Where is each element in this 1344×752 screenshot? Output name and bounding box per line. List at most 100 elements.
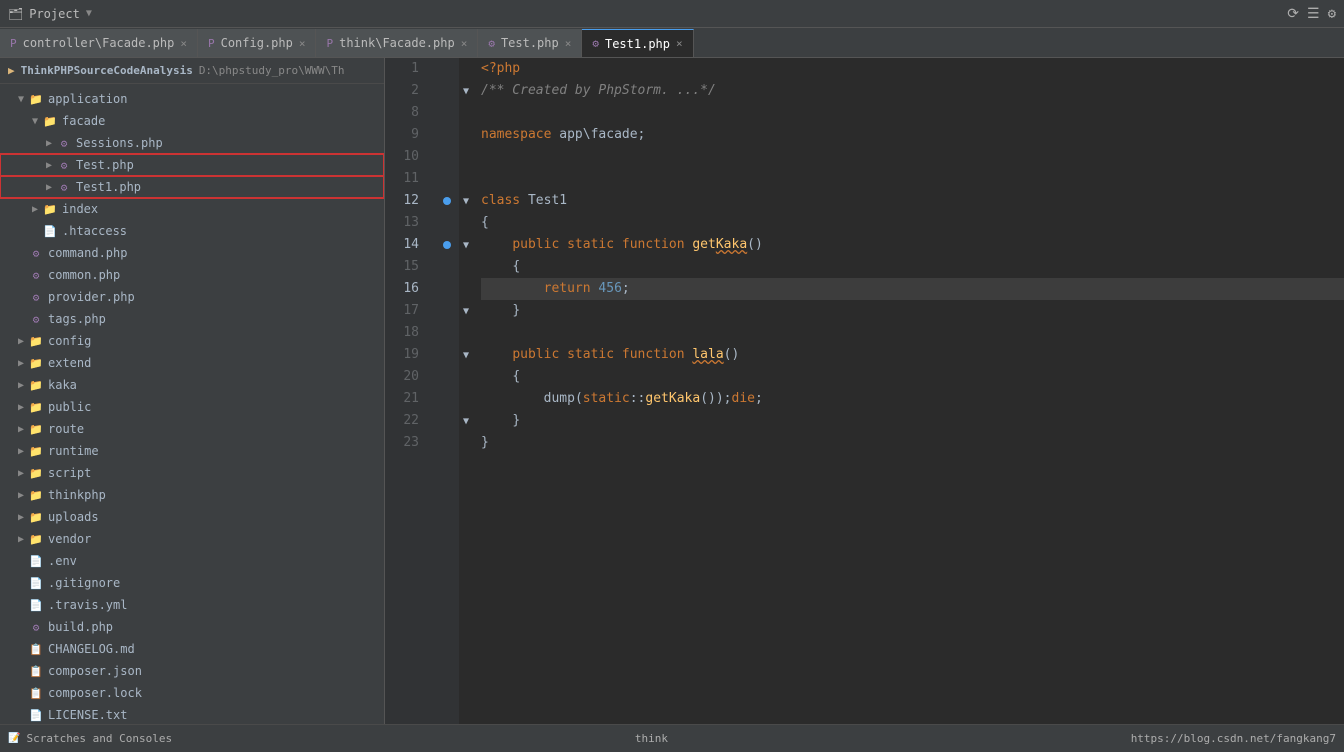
sidebar-item-index[interactable]: ▶ 📁 index [0, 198, 384, 220]
item-label: runtime [48, 444, 99, 458]
project-label: Project [29, 7, 80, 21]
tab-label: Test.php [501, 36, 559, 50]
fold-cell [459, 102, 473, 124]
tab-test[interactable]: ⚙ Test.php × [478, 29, 582, 57]
code-line-10 [481, 146, 1344, 168]
sidebar-item-thinkphp[interactable]: ▶ 📁 thinkphp [0, 484, 384, 506]
gutter-cell [435, 124, 459, 146]
expand-arrow: ▶ [42, 138, 56, 149]
editor-content: 1 2 8 9 10 11 12 13 14 15 16 17 18 19 20… [385, 58, 1344, 724]
tab-label: think\Facade.php [339, 36, 455, 50]
sidebar-item-license[interactable]: 📄 LICENSE.txt [0, 704, 384, 724]
sidebar-item-command[interactable]: ⚙ command.php [0, 242, 384, 264]
sidebar-item-config[interactable]: ▶ 📁 config [0, 330, 384, 352]
sidebar-item-composer-lock[interactable]: 📋 composer.lock [0, 682, 384, 704]
tab-label: controller\Facade.php [23, 36, 175, 50]
project-name: ThinkPHPSourceCodeAnalysis [21, 64, 193, 77]
line-num: 23 [385, 432, 427, 454]
item-label: vendor [48, 532, 91, 546]
fold-cell [459, 322, 473, 344]
folder-icon: ▶ [8, 64, 15, 77]
item-label: extend [48, 356, 91, 370]
sidebar-item-sessions[interactable]: ▶ ⚙ Sessions.php [0, 132, 384, 154]
tab-close-icon[interactable]: × [676, 37, 683, 50]
sidebar-item-facade[interactable]: ▼ 📁 facade [0, 110, 384, 132]
item-label: public [48, 400, 91, 414]
sidebar-item-env[interactable]: 📄 .env [0, 550, 384, 572]
tab-close-icon[interactable]: × [180, 37, 187, 50]
sidebar-item-travis[interactable]: 📄 .travis.yml [0, 594, 384, 616]
tab-test1[interactable]: ⚙ Test1.php × [582, 29, 693, 57]
item-label: LICENSE.txt [48, 708, 127, 722]
gutter-cell [435, 322, 459, 344]
sidebar-item-uploads[interactable]: ▶ 📁 uploads [0, 506, 384, 528]
fold-cell[interactable]: ▼ [459, 410, 473, 432]
sidebar-item-runtime[interactable]: ▶ 📁 runtime [0, 440, 384, 462]
sync-icon[interactable]: ⟳ [1287, 6, 1299, 22]
gutter-cell [435, 168, 459, 190]
sidebar: ▶ ThinkPHPSourceCodeAnalysis D:\phpstudy… [0, 58, 385, 724]
title-dropdown-arrow[interactable]: ▼ [86, 8, 92, 19]
tab-config[interactable]: P Config.php × [198, 29, 317, 57]
expand-arrow: ▶ [14, 512, 28, 523]
expand-arrow: ▶ [28, 204, 42, 215]
item-label: provider.php [48, 290, 135, 304]
expand-arrow: ▶ [14, 358, 28, 369]
code-line-1: <?php [481, 58, 1344, 80]
tab-bar: P controller\Facade.php × P Config.php ×… [0, 28, 1344, 58]
tab-think-facade[interactable]: P think\Facade.php × [316, 29, 478, 57]
fold-cell [459, 168, 473, 190]
expand-arrow: ▶ [42, 160, 56, 171]
sidebar-item-changelog[interactable]: 📋 CHANGELOG.md [0, 638, 384, 660]
sidebar-item-test1[interactable]: ▶ ⚙ Test1.php [0, 176, 384, 198]
editor-area: 1 2 8 9 10 11 12 13 14 15 16 17 18 19 20… [385, 58, 1344, 724]
code-area[interactable]: <?php /** Created by PhpStorm. ...*/ nam… [473, 58, 1344, 724]
line-numbers: 1 2 8 9 10 11 12 13 14 15 16 17 18 19 20… [385, 58, 435, 724]
line-num: 2 [385, 80, 427, 102]
php-file-icon: ⚙ [28, 619, 44, 635]
sidebar-item-extend[interactable]: ▶ 📁 extend [0, 352, 384, 374]
blog-url: https://blog.csdn.net/fangkang7 [1131, 732, 1336, 745]
php-file-icon: ⚙ [56, 179, 72, 195]
item-label: build.php [48, 620, 113, 634]
sidebar-item-gitignore[interactable]: 📄 .gitignore [0, 572, 384, 594]
expand-arrow: ▶ [14, 534, 28, 545]
tab-close-icon[interactable]: × [461, 37, 468, 50]
tab-close-icon[interactable]: × [299, 37, 306, 50]
sidebar-item-script[interactable]: ▶ 📁 script [0, 462, 384, 484]
gear-icon[interactable]: ⚙ [1328, 6, 1336, 22]
expand-arrow: ▶ [14, 336, 28, 347]
item-label: Test1.php [76, 180, 141, 194]
sidebar-item-test[interactable]: ▶ ⚙ Test.php [0, 154, 384, 176]
tab-controller-facade[interactable]: P controller\Facade.php × [0, 29, 198, 57]
sidebar-item-vendor[interactable]: ▶ 📁 vendor [0, 528, 384, 550]
sidebar-item-common[interactable]: ⚙ common.php [0, 264, 384, 286]
tab-php-icon: P [326, 37, 333, 50]
sidebar-item-composer-json[interactable]: 📋 composer.json [0, 660, 384, 682]
folder-icon: 📁 [28, 355, 44, 371]
fold-cell[interactable]: ▼ [459, 80, 473, 102]
fold-cell[interactable]: ▼ [459, 234, 473, 256]
fold-cell[interactable]: ▼ [459, 300, 473, 322]
fold-cell[interactable]: ▼ [459, 344, 473, 366]
tab-php-icon: P [208, 37, 215, 50]
settings-icon[interactable]: ☰ [1307, 6, 1320, 22]
sidebar-item-provider[interactable]: ⚙ provider.php [0, 286, 384, 308]
fold-cell[interactable]: ▼ [459, 190, 473, 212]
tab-close-icon[interactable]: × [565, 37, 572, 50]
item-label: Test.php [76, 158, 134, 172]
item-label: composer.lock [48, 686, 142, 700]
sidebar-item-application[interactable]: ▼ 📁 application [0, 88, 384, 110]
sidebar-item-tags[interactable]: ⚙ tags.php [0, 308, 384, 330]
line-num: 1 [385, 58, 427, 80]
item-label: common.php [48, 268, 120, 282]
sidebar-item-route[interactable]: ▶ 📁 route [0, 418, 384, 440]
sidebar-item-public[interactable]: ▶ 📁 public [0, 396, 384, 418]
sidebar-item-htaccess[interactable]: 📄 .htaccess [0, 220, 384, 242]
sidebar-item-build[interactable]: ⚙ build.php [0, 616, 384, 638]
php-file-icon: ⚙ [28, 289, 44, 305]
tab-php-icon: ⚙ [592, 37, 599, 50]
status-right: https://blog.csdn.net/fangkang7 [1131, 732, 1336, 745]
line-num: 17 [385, 300, 427, 322]
sidebar-item-kaka[interactable]: ▶ 📁 kaka [0, 374, 384, 396]
